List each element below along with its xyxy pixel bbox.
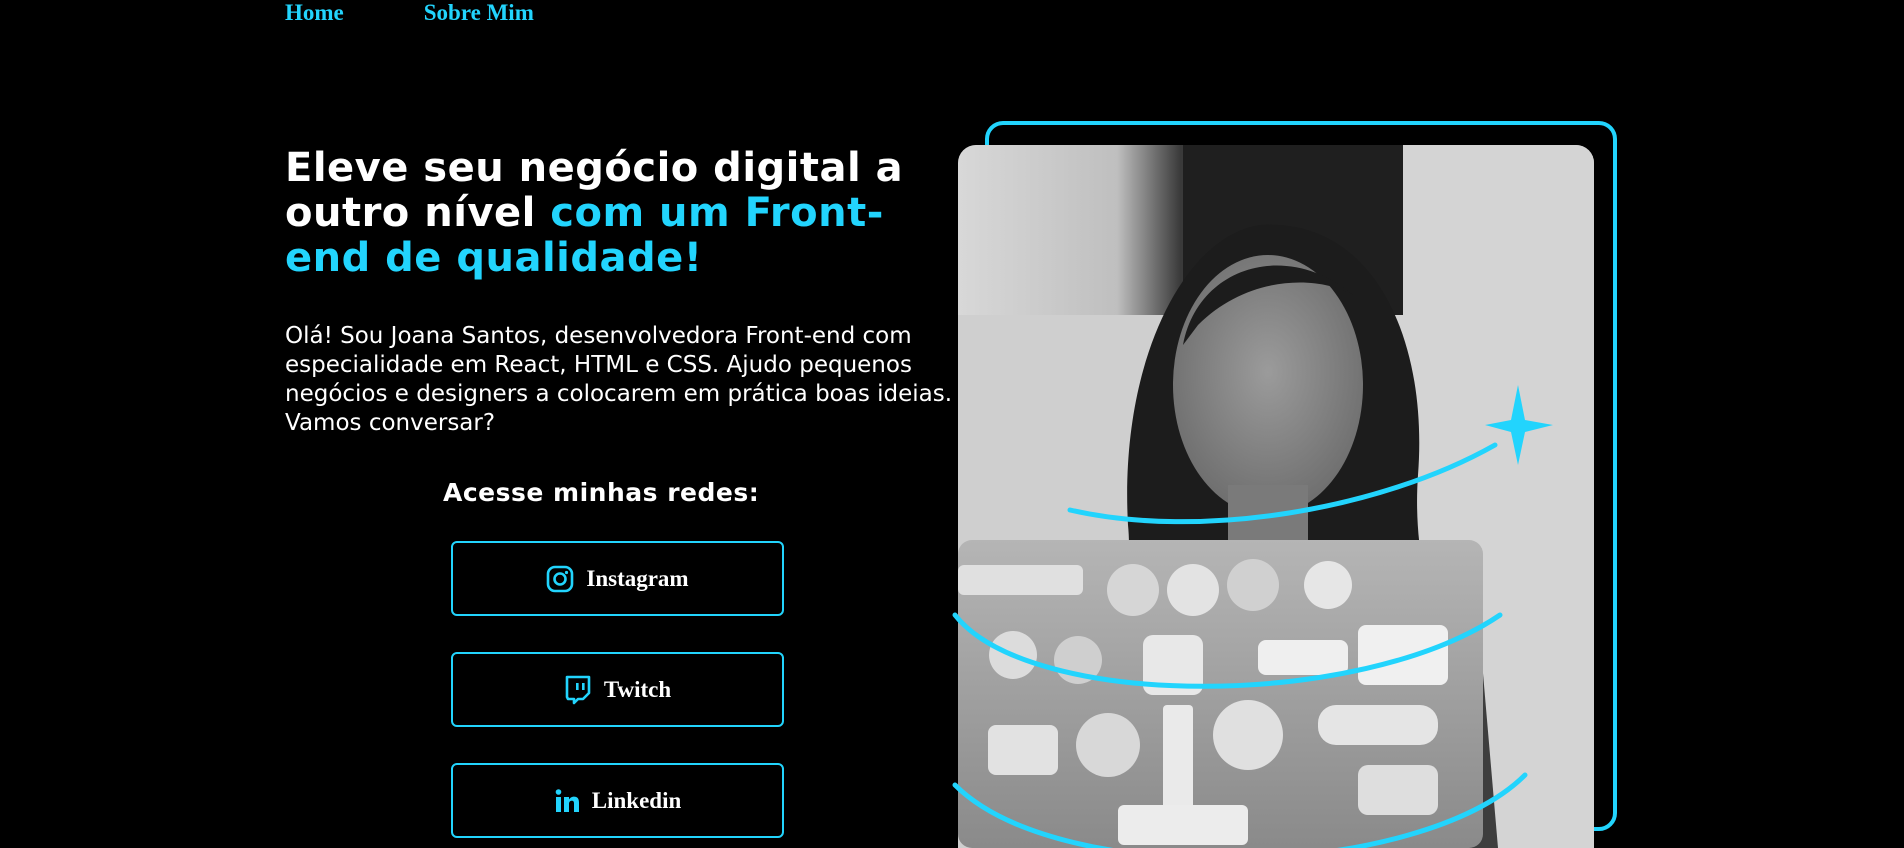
socials-title: Acesse minhas redes:	[443, 478, 760, 507]
nav-home-link[interactable]: Home	[285, 0, 344, 30]
instagram-icon	[546, 565, 574, 593]
top-nav: Home Sobre Mim	[285, 0, 534, 30]
hero-intro: Olá! Sou Joana Santos, desenvolvedora Fr…	[285, 323, 953, 436]
linkedin-icon	[554, 788, 580, 814]
profile-photo	[958, 145, 1594, 848]
hero-headline: Eleve seu negócio digital a outro nível …	[285, 146, 965, 281]
twitch-button[interactable]: Twitch	[451, 652, 784, 727]
instagram-button[interactable]: Instagram	[451, 541, 784, 616]
twitch-icon	[564, 675, 592, 705]
nav-about-link[interactable]: Sobre Mim	[424, 0, 534, 30]
twitch-label: Twitch	[603, 676, 672, 702]
linkedin-button[interactable]: Linkedin	[451, 763, 784, 838]
instagram-label: Instagram	[586, 565, 689, 591]
linkedin-label: Linkedin	[591, 787, 682, 813]
